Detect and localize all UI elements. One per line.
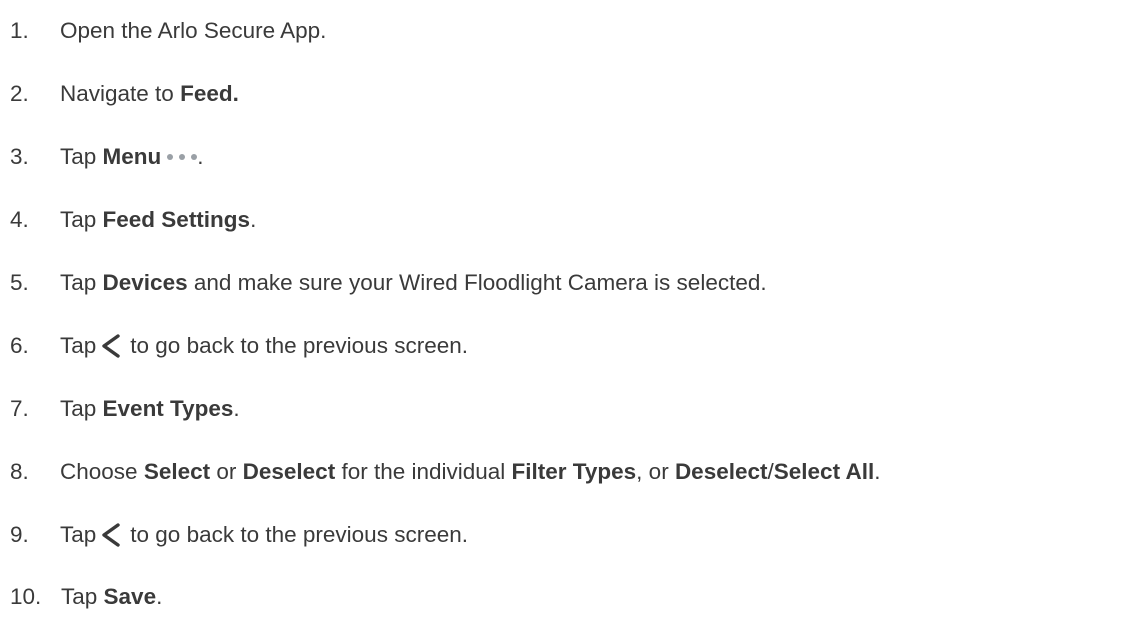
step-item: 7. Tap Event Types. — [10, 377, 1122, 440]
step-text: Tap — [60, 521, 97, 547]
step-number: 3. — [10, 144, 29, 170]
step-text: Tap — [60, 207, 103, 233]
ui-term-bold: Save — [103, 584, 157, 610]
step-text: for the individual — [335, 458, 512, 484]
step-text: to go back to the previous screen. — [130, 521, 468, 547]
step-text: or — [210, 458, 243, 484]
step-number: 1. — [10, 18, 29, 44]
ui-term-bold: Event Types — [102, 395, 234, 421]
step-item: 5. Tap Devices and make sure your Wired F… — [10, 252, 1122, 315]
step-item: 6. Tap to go back to the previous screen. — [10, 314, 1122, 377]
step-text: . — [233, 395, 240, 421]
step-text: Tap — [61, 584, 104, 610]
step-item: 8. Choose Select or Deselect for the indi… — [10, 440, 1122, 503]
chevron-left-icon — [102, 334, 120, 358]
instruction-steps-list: 1. Open the Arlo Secure App. 2. Navigate to… — [10, 0, 1122, 629]
step-item: 4. Tap Feed Settings. — [10, 189, 1122, 252]
ui-term-bold: Menu — [102, 144, 162, 170]
step-number: 8. — [10, 458, 29, 484]
step-number: 4. — [10, 207, 29, 233]
step-text: Tap — [60, 395, 103, 421]
ui-term-bold: Filter Types — [511, 458, 637, 484]
step-text: Navigate to — [60, 81, 181, 107]
step-text: Tap — [60, 144, 103, 170]
ui-term-bold: Feed. — [180, 81, 239, 107]
step-text: , or — [636, 458, 675, 484]
step-number: 2. — [10, 81, 29, 107]
ui-term-bold: Select — [143, 458, 211, 484]
more-dots-icon — [167, 154, 198, 161]
step-number: 5. — [10, 270, 29, 295]
step-text: . — [250, 207, 257, 233]
step-number: 9. — [10, 521, 29, 547]
step-number: 6. — [10, 332, 29, 358]
step-text: and make sure your Wired Floodlight Came… — [187, 270, 767, 295]
step-number: 7. — [10, 395, 29, 421]
ui-term-bold: Select All — [773, 458, 875, 484]
step-number: 10. — [10, 584, 42, 610]
step-item: 10. Tap Save. — [10, 566, 1122, 629]
step-item: 2. Navigate to Feed. — [10, 63, 1122, 126]
step-item: 9. Tap to go back to the previous screen. — [10, 503, 1122, 566]
ui-term-bold: Feed Settings — [102, 207, 251, 233]
chevron-left-icon — [102, 522, 120, 547]
ui-term-bold: Deselect — [674, 458, 768, 484]
step-text: . — [156, 584, 163, 610]
step-item: 1. Open the Arlo Secure App. — [10, 0, 1122, 63]
ui-term-bold: Deselect — [242, 458, 336, 484]
step-text: . — [874, 458, 881, 484]
step-text: Choose — [60, 458, 144, 484]
step-item: 3. Tap Menu. — [10, 126, 1122, 189]
step-text: to go back to the previous screen. — [130, 332, 468, 358]
step-text: Tap — [60, 270, 103, 295]
step-text: Open the Arlo Secure App. — [60, 18, 327, 44]
step-text: . — [197, 144, 204, 170]
step-text: Tap — [60, 332, 97, 358]
ui-term-bold: Devices — [102, 270, 188, 295]
